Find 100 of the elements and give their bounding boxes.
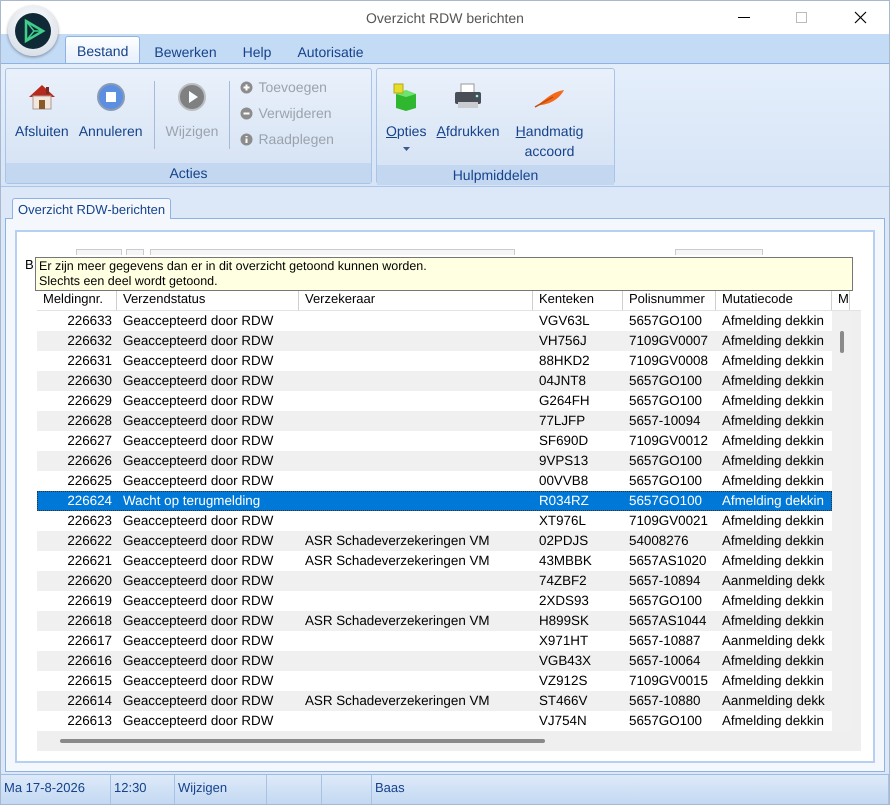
table-row[interactable]: 226625 Geaccepteerd door RDW 00VVB8 5657GO100 Afmelding dekkin xyxy=(37,471,832,491)
table-cell-text: 5657-10887 xyxy=(628,632,702,650)
table-cell-text: 226633 xyxy=(66,312,113,330)
table-cell-text: 2XDS93 xyxy=(538,592,590,610)
table-row[interactable]: 226621 Geaccepteerd door RDW ASR Schadeverzekeringen VM 43MBBK 5657AS1020 Afmelding dekkin xyxy=(37,551,832,571)
ribbon-tab[interactable]: Bewerken xyxy=(142,38,229,64)
table-row[interactable]: 226629 Geaccepteerd door RDW G264FH 5657GO100 Afmelding dekkin xyxy=(37,391,832,411)
table-row[interactable]: 226627 Geaccepteerd door RDW SF690D 7109GV0012 Afmelding dekkin xyxy=(37,431,832,451)
table-cell-text: 5657GO100 xyxy=(628,492,703,510)
ribbon-button[interactable]: Handmatig accoord xyxy=(504,75,595,165)
column-header[interactable]: Polisnummer xyxy=(623,289,716,310)
table-cell-text: 226632 xyxy=(66,332,113,350)
table-cell-text: 5657GO100 xyxy=(628,452,703,470)
table-cell-text: X971HT xyxy=(538,632,590,650)
table-cell-text: 7109GV0015 xyxy=(628,672,709,690)
table-cell-text: 226628 xyxy=(66,412,113,430)
table-cell-text: 226631 xyxy=(66,352,113,370)
column-header[interactable]: Mutatiecode xyxy=(716,289,832,310)
ribbon-tab[interactable]: Bestand xyxy=(65,36,140,64)
ribbon-tab[interactable]: Autorisatie xyxy=(285,38,376,64)
table-row[interactable]: 226631 Geaccepteerd door RDW 88HKD2 7109GV0008 Afmelding dekkin xyxy=(37,351,832,371)
table-cell-text: 9VPS13 xyxy=(538,452,590,470)
table-cell-text: SF690D xyxy=(538,432,590,450)
table-cell-text: VJ754N xyxy=(538,712,588,730)
table-cell-text: 5657AS1044 xyxy=(628,612,708,630)
table-cell-text: VGB43X xyxy=(538,652,592,670)
table-cell-text: XT976L xyxy=(538,512,587,530)
table-cell-text: 7109GV0008 xyxy=(628,352,709,370)
column-header[interactable]: M xyxy=(832,289,850,310)
table-cell-text: 226621 xyxy=(66,552,113,570)
ribbon-button[interactable]: Opties xyxy=(381,75,432,165)
table-cell-text: 02PDJS xyxy=(538,532,590,550)
table-cell-text: 226630 xyxy=(66,372,113,390)
table-cell-text: Afmelding dekkin xyxy=(721,552,825,570)
table-row[interactable]: 226623 Geaccepteerd door RDW XT976L 7109GV0021 Afmelding dekkin xyxy=(37,511,832,531)
table-cell-text: 5657GO100 xyxy=(628,372,703,390)
table-cell-text: Afmelding dekkin xyxy=(721,332,825,350)
table-cell-text: Afmelding dekkin xyxy=(721,392,825,410)
status-text: Ma 17-8-2026 xyxy=(1,775,111,804)
column-header[interactable]: Meldingnr. xyxy=(37,289,117,310)
table-cell-text: Afmelding dekkin xyxy=(721,452,825,470)
table-cell-text: 5657GO100 xyxy=(628,312,703,330)
table-row[interactable]: 226617 Geaccepteerd door RDW X971HT 5657-10887 Aanmelding dekk xyxy=(37,631,832,651)
table-cell-text: 226625 xyxy=(66,472,113,490)
table-row[interactable]: 226624 Wacht op terugmelding R034RZ 5657GO100 Afmelding dekkin xyxy=(37,491,832,511)
table-cell-text: 226627 xyxy=(66,432,113,450)
document-tab[interactable]: Overzicht RDW-berichten xyxy=(12,198,172,219)
text-field[interactable] xyxy=(150,249,515,255)
ribbon-button[interactable]: Afdrukken xyxy=(431,75,505,165)
table-cell-text: 7109GV0021 xyxy=(628,512,709,530)
column-header[interactable]: Kenteken xyxy=(533,289,623,310)
status-text: Wijzigen xyxy=(175,775,267,804)
ribbon-button[interactable]: Afsluiten xyxy=(10,75,74,145)
column-header[interactable]: Verzendstatus xyxy=(117,289,299,310)
table-cell-text: 04JNT8 xyxy=(538,372,587,390)
table-row[interactable]: 226613 Geaccepteerd door RDW VJ754N 5657GO100 Afmelding dekkin xyxy=(37,711,832,731)
table-cell-text: Geaccepteerd door RDW xyxy=(122,452,274,470)
table-cell-text: Geaccepteerd door RDW xyxy=(122,432,274,450)
table-cell-text: 5657-10064 xyxy=(628,652,702,670)
group-title: Acties xyxy=(6,163,371,183)
table-cell-text: 226619 xyxy=(66,592,113,610)
column-header[interactable]: Verzekeraar xyxy=(299,289,533,310)
table-cell-text: Afmelding dekkin xyxy=(721,352,825,370)
status-text: Baas xyxy=(372,775,889,804)
group-title: Hulpmiddelen xyxy=(377,165,614,185)
table-cell-text: Aanmelding dekk xyxy=(721,692,826,710)
table-cell-text: Geaccepteerd door RDW xyxy=(122,472,274,490)
text-field[interactable] xyxy=(675,249,763,255)
table-cell-text: 226624 xyxy=(66,492,113,510)
table-cell-text: 5657-10894 xyxy=(628,572,702,590)
table-cell-text: Geaccepteerd door RDW xyxy=(122,652,274,670)
table-cell-text: Afmelding dekkin xyxy=(721,532,825,550)
table-cell-text: Afmelding dekkin xyxy=(721,312,825,330)
table-cell-text: 5657-10094 xyxy=(628,412,702,430)
table-cell-text: Geaccepteerd door RDW xyxy=(122,312,274,330)
maximize-icon xyxy=(796,12,808,24)
small-button[interactable] xyxy=(126,249,144,255)
ribbon-button[interactable]: Annuleren xyxy=(74,75,148,145)
table-cell-text: 226616 xyxy=(66,652,113,670)
table-cell-text: Geaccepteerd door RDW xyxy=(122,412,274,430)
table-row[interactable]: 226615 Geaccepteerd door RDW VZ912S 7109GV0015 Afmelding dekkin xyxy=(37,671,832,691)
tooltip-text: Er zijn meer gegevens dan er in dit overzicht getoond kunnen worden. xyxy=(39,259,428,274)
table-cell-text: 226626 xyxy=(66,452,113,470)
table-cell-text: Geaccepteerd door RDW xyxy=(122,512,274,530)
logo-icon xyxy=(14,12,52,50)
dropdown-field[interactable] xyxy=(76,249,122,255)
table-cell-text: Afmelding dekkin xyxy=(721,372,825,390)
table-cell-text: 88HKD2 xyxy=(538,352,591,370)
ribbon-tab[interactable]: Help xyxy=(230,38,284,64)
table-row[interactable]: 226619 Geaccepteerd door RDW 2XDS93 5657GO100 Afmelding dekkin xyxy=(37,591,832,611)
table-row[interactable]: 226633 Geaccepteerd door RDW VGV63L 5657GO100 Afmelding dekkin xyxy=(37,311,832,331)
table-cell-text: ST466V xyxy=(538,692,588,710)
table-cell-text: 226614 xyxy=(66,692,113,710)
tooltip-text: Slechts een deel wordt getoond. xyxy=(39,274,219,289)
table-cell-text: Afmelding dekkin xyxy=(721,492,825,510)
app-menu-button[interactable] xyxy=(8,6,58,56)
table-cell-text: Geaccepteerd door RDW xyxy=(122,532,274,550)
table-cell-text: Geaccepteerd door RDW xyxy=(122,712,274,730)
table-cell-text: Afmelding dekkin xyxy=(721,592,825,610)
table-cell-text: Afmelding dekkin xyxy=(721,612,825,630)
